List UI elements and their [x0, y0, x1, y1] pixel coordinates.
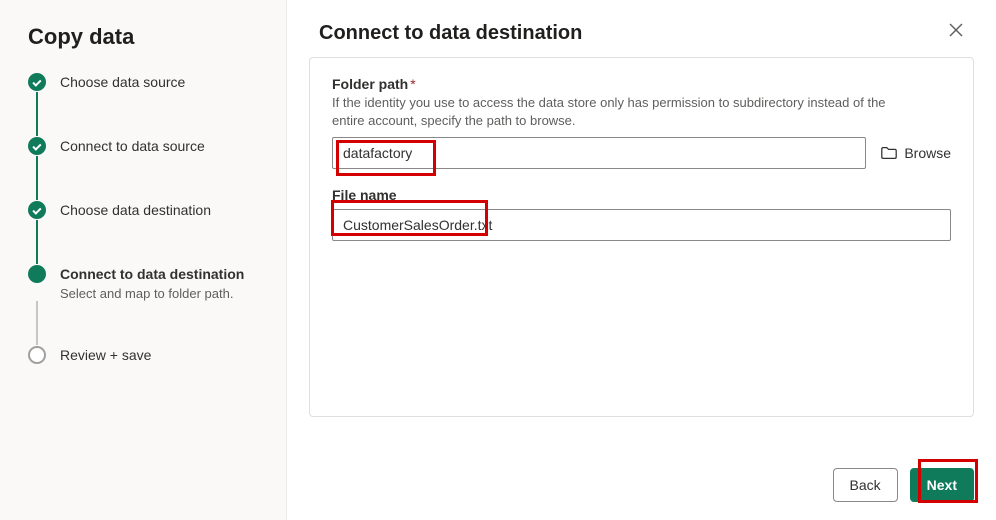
- step-choose-destination[interactable]: Choose data destination: [28, 200, 266, 220]
- step-connector: [36, 92, 38, 136]
- step-sublabel: Select and map to folder path.: [60, 286, 244, 301]
- next-button[interactable]: Next: [910, 468, 974, 502]
- step-connector: [36, 301, 38, 345]
- browse-button[interactable]: Browse: [880, 144, 951, 162]
- check-icon: [28, 137, 46, 155]
- step-connector: [36, 220, 38, 264]
- file-name-label: File name: [332, 187, 951, 203]
- step-connect-destination[interactable]: Connect to data destination Select and m…: [28, 264, 266, 301]
- back-button[interactable]: Back: [833, 468, 898, 502]
- future-step-icon: [28, 346, 46, 364]
- folder-path-input[interactable]: [332, 137, 866, 169]
- step-connector: [36, 156, 38, 200]
- file-name-field: File name: [332, 187, 951, 241]
- form-panel: Folder path* If the identity you use to …: [309, 57, 974, 417]
- step-choose-source[interactable]: Choose data source: [28, 72, 266, 92]
- step-label: Connect to data destination: [60, 264, 244, 284]
- main-panel: Connect to data destination Folder path*…: [287, 0, 996, 520]
- wizard-sidebar: Copy data Choose data source Connect to …: [0, 0, 287, 520]
- check-icon: [28, 73, 46, 91]
- file-name-input[interactable]: [332, 209, 951, 241]
- folder-path-field: Folder path* If the identity you use to …: [332, 76, 951, 169]
- page-title: Connect to data destination: [319, 22, 582, 45]
- step-label: Choose data destination: [60, 200, 211, 220]
- check-icon: [28, 201, 46, 219]
- main-header: Connect to data destination: [287, 0, 996, 57]
- footer: Back Next: [287, 456, 996, 520]
- wizard-title: Copy data: [28, 24, 266, 50]
- folder-icon: [880, 144, 898, 162]
- wizard-steps: Choose data source Connect to data sourc…: [28, 72, 266, 365]
- step-label: Choose data source: [60, 72, 185, 92]
- step-review-save[interactable]: Review + save: [28, 345, 266, 365]
- folder-path-help: If the identity you use to access the da…: [332, 94, 892, 129]
- step-label: Connect to data source: [60, 136, 205, 156]
- step-label: Review + save: [60, 345, 151, 365]
- current-step-icon: [28, 265, 46, 283]
- close-icon[interactable]: [948, 22, 964, 38]
- step-connect-source[interactable]: Connect to data source: [28, 136, 266, 156]
- folder-path-label: Folder path: [332, 76, 408, 92]
- browse-label: Browse: [904, 145, 951, 161]
- required-mark: *: [410, 76, 415, 92]
